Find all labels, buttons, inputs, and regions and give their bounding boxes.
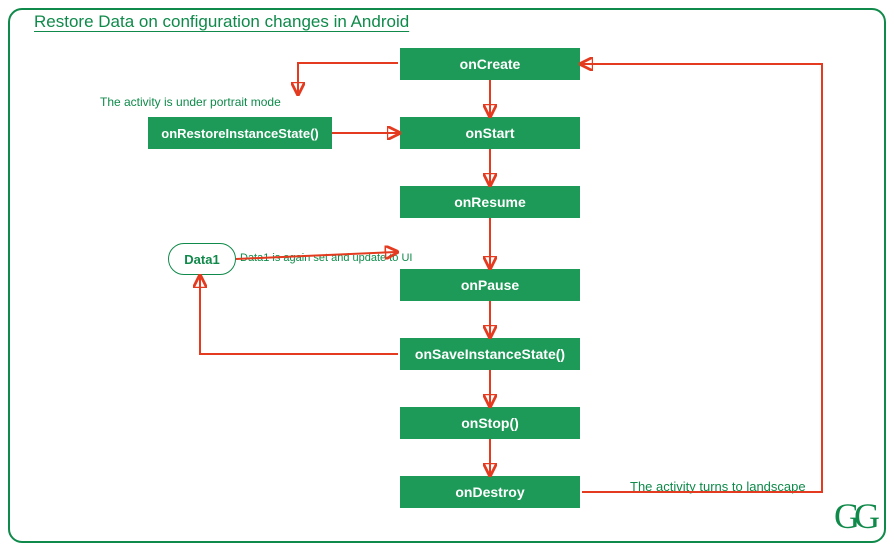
geeksforgeeks-logo: GG [834,495,874,537]
node-oncreate: onCreate [400,48,580,80]
node-ondestroy: onDestroy [400,476,580,508]
label-portrait: The activity is under portrait mode [100,95,281,109]
node-onrestore: onRestoreInstanceState() [148,117,332,149]
label-data-update: Data1 is again set and update to UI [240,252,412,264]
diagram-title: Restore Data on configuration changes in… [34,12,409,32]
data-node: Data1 [168,243,236,275]
node-onstart: onStart [400,117,580,149]
node-onsave: onSaveInstanceState() [400,338,580,370]
node-onpause: onPause [400,269,580,301]
label-landscape: The activity turns to landscape [630,479,806,494]
node-onstop: onStop() [400,407,580,439]
node-onresume: onResume [400,186,580,218]
